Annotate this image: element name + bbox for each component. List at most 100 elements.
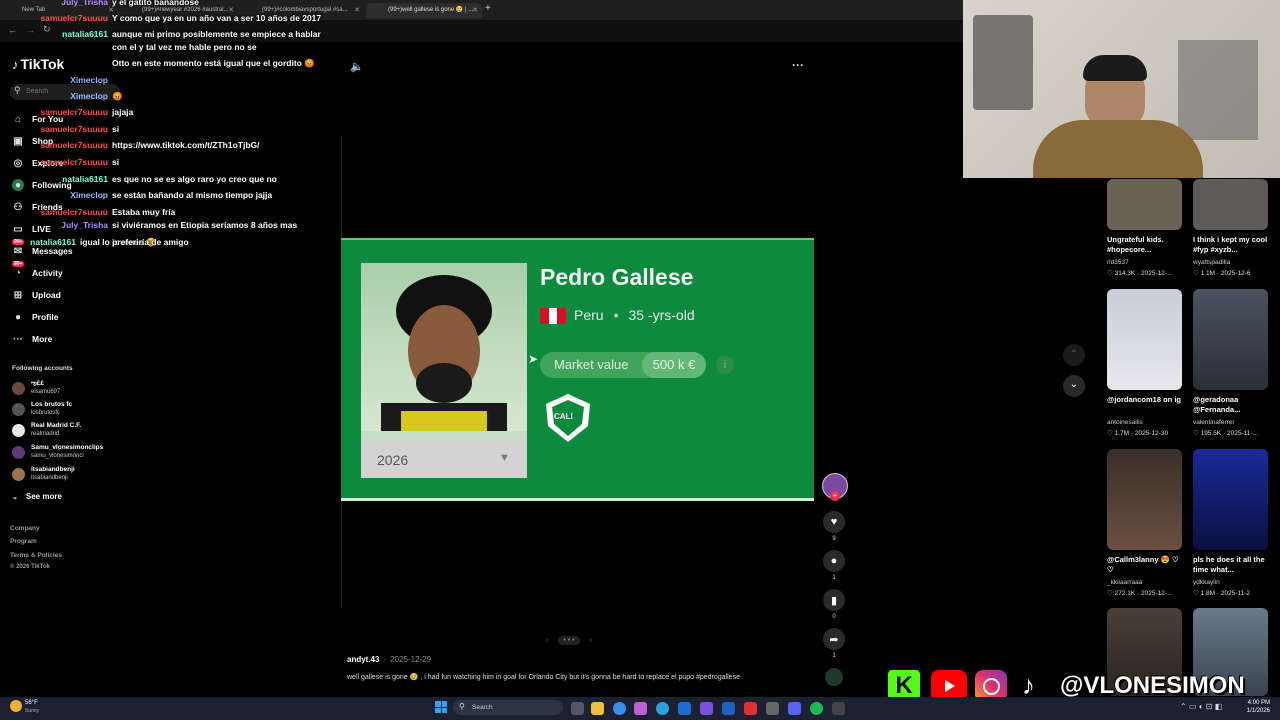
new-tab-button[interactable]: + — [485, 3, 491, 14]
taskbar-search[interactable]: ⚲ Search — [453, 700, 563, 715]
feed-caption[interactable]: I think i kept my cool #fyp #xyzb... — [1193, 235, 1273, 255]
sidebar-item-activity[interactable]: ◔ Activity 99+ — [12, 261, 63, 279]
close-icon[interactable]: ✕ — [472, 3, 478, 18]
share-button[interactable]: ➦ 1 — [819, 628, 849, 659]
info-icon[interactable]: i — [716, 356, 734, 374]
market-value-label: Market value — [554, 357, 629, 372]
more-icon: ··· — [13, 333, 23, 345]
feed-username[interactable]: ydkkaylin — [1193, 579, 1220, 586]
chat-text: si — [112, 157, 120, 167]
sidebar-item-label: Activity — [32, 268, 63, 278]
following-account[interactable]: ఌ££ elsamu697 — [12, 380, 60, 396]
chat-text: si — [112, 124, 120, 134]
sidebar-item-profile[interactable]: ● Profile — [12, 311, 58, 323]
player-age: 35 -yrs-old — [628, 307, 695, 323]
feed-caption[interactable]: @jordancom18 on ig — [1107, 395, 1187, 405]
avatar — [12, 467, 25, 481]
bookmark-icon: ▮ — [823, 589, 845, 611]
feed-username[interactable]: valentinaferrer — [1193, 419, 1235, 426]
footer-link-program[interactable]: Program — [10, 538, 37, 545]
player-photo — [361, 263, 527, 431]
post-meta: andyt.43 · 2025-12-29 — [347, 655, 432, 664]
post-caption: well gallese is gone 😢 , i had fun watch… — [347, 674, 740, 681]
footer-link-company[interactable]: Company — [10, 525, 40, 532]
footer-link-terms[interactable]: Terms & Policies — [10, 552, 62, 559]
app-icon[interactable] — [744, 702, 757, 715]
feed-caption[interactable]: Ungrateful kids. #hopecore... — [1107, 235, 1187, 255]
following-account[interactable]: Los brutos fc losbrutosfc — [12, 401, 72, 417]
feed-username[interactable]: rld3537 — [1107, 259, 1129, 266]
chat-text: igual lo preferiría de amigo — [80, 237, 189, 247]
see-more-button[interactable]: ⌄ See more — [12, 492, 62, 501]
mouse-cursor-icon: ➤ — [528, 352, 539, 366]
chat-username: samuelcr7suuuu — [40, 207, 108, 217]
sidebar-item-label: Upload — [32, 290, 61, 300]
bookmark-button[interactable]: ▮ 0 — [819, 589, 849, 620]
chevron-up-icon[interactable]: ⌃ — [1063, 344, 1085, 366]
edge-icon[interactable] — [656, 702, 669, 715]
feed-thumbnail[interactable] — [1107, 449, 1182, 550]
feed-thumbnail[interactable] — [1107, 179, 1182, 230]
tab-label: (99+)well gallese is gone 😢 | ... — [388, 7, 474, 13]
post-author[interactable]: andyt.43 — [347, 655, 379, 664]
outlook-icon[interactable] — [678, 702, 691, 715]
music-disc-icon[interactable] — [825, 668, 843, 686]
sidebar-item-more[interactable]: ··· More — [12, 333, 52, 345]
year-select[interactable]: 2026 ▼ — [361, 441, 527, 478]
feed-stats: ♡ 1.7M · 2025-12-30 — [1107, 430, 1169, 437]
chat-text: aunque mi primo posiblemente se empiece … — [112, 29, 321, 39]
app-icon[interactable] — [700, 702, 713, 715]
feed-thumbnail[interactable] — [1107, 289, 1182, 390]
post-date: 2025-12-29 — [390, 655, 432, 664]
task-view-icon[interactable] — [571, 702, 584, 715]
feed-thumbnail[interactable] — [1193, 179, 1268, 230]
feed-username[interactable]: wyattspadilla — [1193, 259, 1230, 266]
feed-caption[interactable]: @Callm3lanny 😍 ♡ ♡ — [1107, 555, 1187, 575]
following-accounts-title: Following accounts — [12, 365, 73, 372]
store-icon[interactable] — [722, 702, 735, 715]
chat-text: 😡 — [112, 91, 123, 101]
feed-caption[interactable]: @geradonaa @Fernanda... — [1193, 395, 1273, 415]
like-button[interactable]: ♥ 9 — [819, 511, 849, 542]
chat-username: samuelcr7suuuu — [40, 124, 108, 134]
close-icon[interactable]: ✕ — [354, 3, 360, 18]
volume-icon[interactable]: 🔈 — [350, 60, 364, 73]
windows-start-icon[interactable] — [435, 701, 447, 713]
file-explorer-icon[interactable] — [591, 702, 604, 715]
feed-stats: ♡ 1.1M · 2025-12-6 — [1193, 270, 1251, 277]
player-portrait-image — [381, 275, 507, 431]
chevron-right-icon[interactable]: › — [590, 637, 592, 644]
comment-button[interactable]: ● 1 — [819, 550, 849, 581]
more-options-icon[interactable]: ··· — [792, 58, 804, 72]
feed-caption[interactable]: pls he does it all the time what... — [1193, 555, 1273, 575]
chat-username: samuelcr7suuuu — [40, 157, 108, 167]
like-count: 9 — [832, 536, 836, 542]
feed-username[interactable]: _kkiiaarraaa — [1107, 579, 1142, 586]
app-icon[interactable] — [766, 702, 779, 715]
chevron-left-icon[interactable]: ‹ — [546, 637, 548, 644]
following-account[interactable]: Real Madrid C.F. realmadrid — [12, 422, 81, 438]
feed-username[interactable]: antoinesallis — [1107, 419, 1143, 426]
chrome-icon[interactable] — [613, 702, 626, 715]
feed-thumbnail[interactable] — [1193, 289, 1268, 390]
chevron-down-icon[interactable]: ⌄ — [1063, 375, 1085, 397]
spotify-icon[interactable] — [810, 702, 823, 715]
weather-icon[interactable] — [10, 700, 22, 712]
app-icon[interactable] — [634, 702, 647, 715]
follow-plus-icon[interactable]: + — [830, 491, 840, 501]
streamer-sweater — [1033, 120, 1203, 178]
copyright: © 2026 TikTok — [10, 564, 50, 570]
discord-icon[interactable] — [788, 702, 801, 715]
comment-icon: ● — [823, 550, 845, 572]
chat-text: y el gatito bañandose — [112, 0, 199, 7]
following-account[interactable]: itsabiandbenji itsabiandbenji — [12, 466, 75, 482]
obs-icon[interactable] — [832, 702, 845, 715]
sidebar-item-upload[interactable]: ⊞ Upload — [12, 289, 61, 301]
following-account[interactable]: Samu_vlonesimonclips samu_vlonesimoncl — [12, 444, 103, 460]
creator-avatar[interactable]: + — [822, 473, 848, 501]
carousel-pager[interactable]: ‹ • • • › — [546, 636, 592, 645]
browser-tab-active[interactable]: (99+)well gallese is gone 😢 | ... ✕ — [366, 3, 482, 18]
system-tray-icons[interactable]: ⌃ ▭ ◐ ⊡ ◧ — [1180, 702, 1222, 711]
feed-thumbnail[interactable] — [1193, 449, 1268, 550]
avatar — [12, 402, 25, 416]
